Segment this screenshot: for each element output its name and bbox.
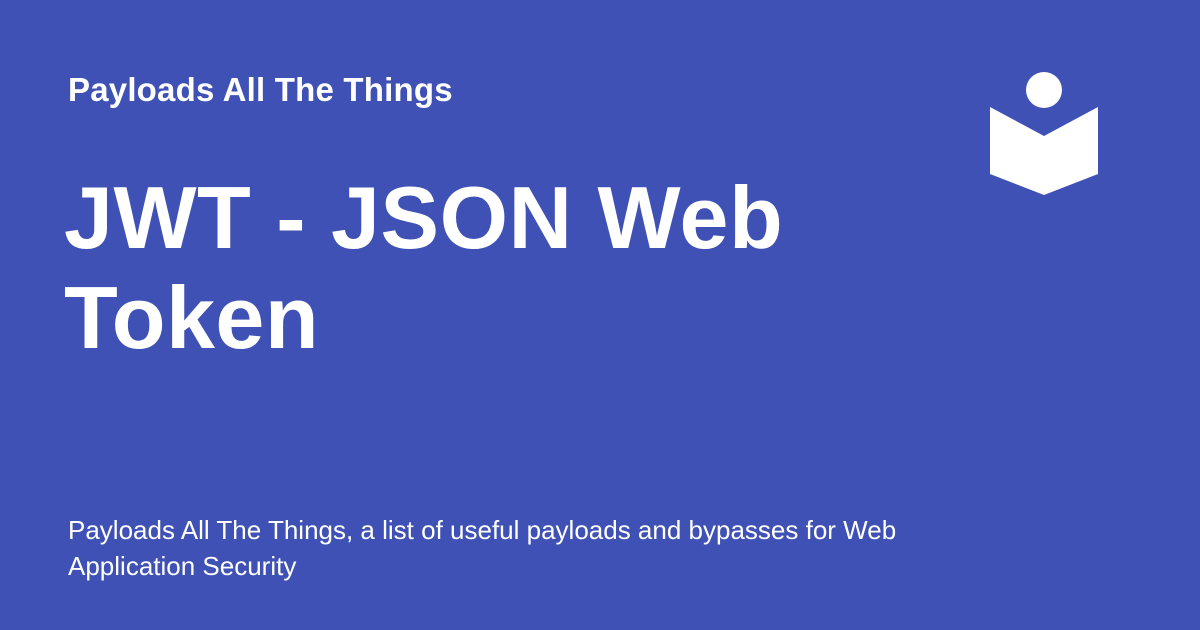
book-reader-icon bbox=[986, 68, 1102, 198]
social-card: Payloads All The Things JWT - JSON Web T… bbox=[0, 0, 1200, 630]
site-name: Payloads All The Things bbox=[68, 71, 453, 108]
page-title: JWT - JSON Web Token bbox=[64, 168, 784, 367]
page-description: Payloads All The Things, a list of usefu… bbox=[68, 515, 897, 581]
